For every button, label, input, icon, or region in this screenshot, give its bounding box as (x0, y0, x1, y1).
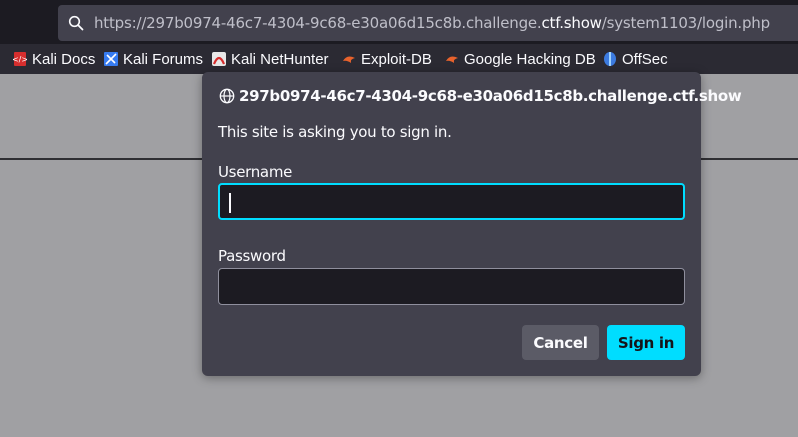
username-label: Username (218, 163, 293, 181)
search-icon (68, 15, 84, 31)
bookmark-exploit-db[interactable]: Exploit-DB (342, 50, 432, 68)
exploit-db-icon (343, 56, 355, 63)
bookmark-label: OffSec (622, 50, 668, 68)
bookmarks-toolbar: </> Kali Docs Kali Forums Kali NetHunter… (0, 44, 798, 74)
bookmark-label: Kali Docs (32, 50, 96, 68)
url-text: https://297b0974-46c7-4304-9c68-e30a06d1… (94, 14, 770, 32)
url-host: ctf.show (541, 14, 602, 32)
sign-in-button[interactable]: Sign in (607, 325, 685, 360)
password-label: Password (218, 247, 286, 265)
bookmark-offsec[interactable]: OffSec (603, 50, 668, 68)
kali-forums-icon (104, 52, 118, 66)
bookmark-kali-nethunter[interactable]: Kali NetHunter (212, 50, 329, 68)
password-input[interactable] (218, 268, 685, 305)
bookmark-kali-docs[interactable]: </> Kali Docs (13, 50, 95, 68)
url-prefix: https://297b0974-46c7-4304-9c68-e30a06d1… (94, 14, 542, 32)
url-path: /system1103/login.php (601, 14, 770, 32)
origin-host: 297b0974-46c7-4304-9c68-e30a06d15c8b.cha… (239, 87, 742, 105)
browser-toolbar: https://297b0974-46c7-4304-9c68-e30a06d1… (0, 0, 798, 44)
bookmark-label: Kali NetHunter (231, 50, 329, 68)
offsec-icon (604, 52, 616, 66)
url-bar[interactable]: https://297b0974-46c7-4304-9c68-e30a06d1… (58, 5, 798, 41)
kali-nethunter-icon (212, 52, 226, 66)
sign-in-dialog: 297b0974-46c7-4304-9c68-e30a06d15c8b.cha… (202, 72, 742, 376)
google-hacking-db-icon (446, 56, 458, 63)
text-caret (229, 193, 231, 213)
svg-text:</>: </> (13, 55, 27, 64)
dialog-message: This site is asking you to sign in. (218, 123, 452, 141)
username-input[interactable] (218, 183, 685, 220)
bookmark-label: Exploit-DB (361, 50, 432, 68)
globe-icon (219, 88, 235, 104)
bookmark-label: Kali Forums (123, 50, 204, 68)
cancel-button[interactable]: Cancel (522, 325, 599, 360)
dialog-origin: 297b0974-46c7-4304-9c68-e30a06d15c8b.cha… (219, 87, 742, 105)
bookmark-label: Google Hacking DB (464, 50, 596, 68)
bookmark-google-hacking-db[interactable]: Google Hacking DB (445, 50, 596, 68)
bookmark-kali-forums[interactable]: Kali Forums (104, 50, 203, 68)
kali-docs-icon: </> (13, 52, 27, 66)
